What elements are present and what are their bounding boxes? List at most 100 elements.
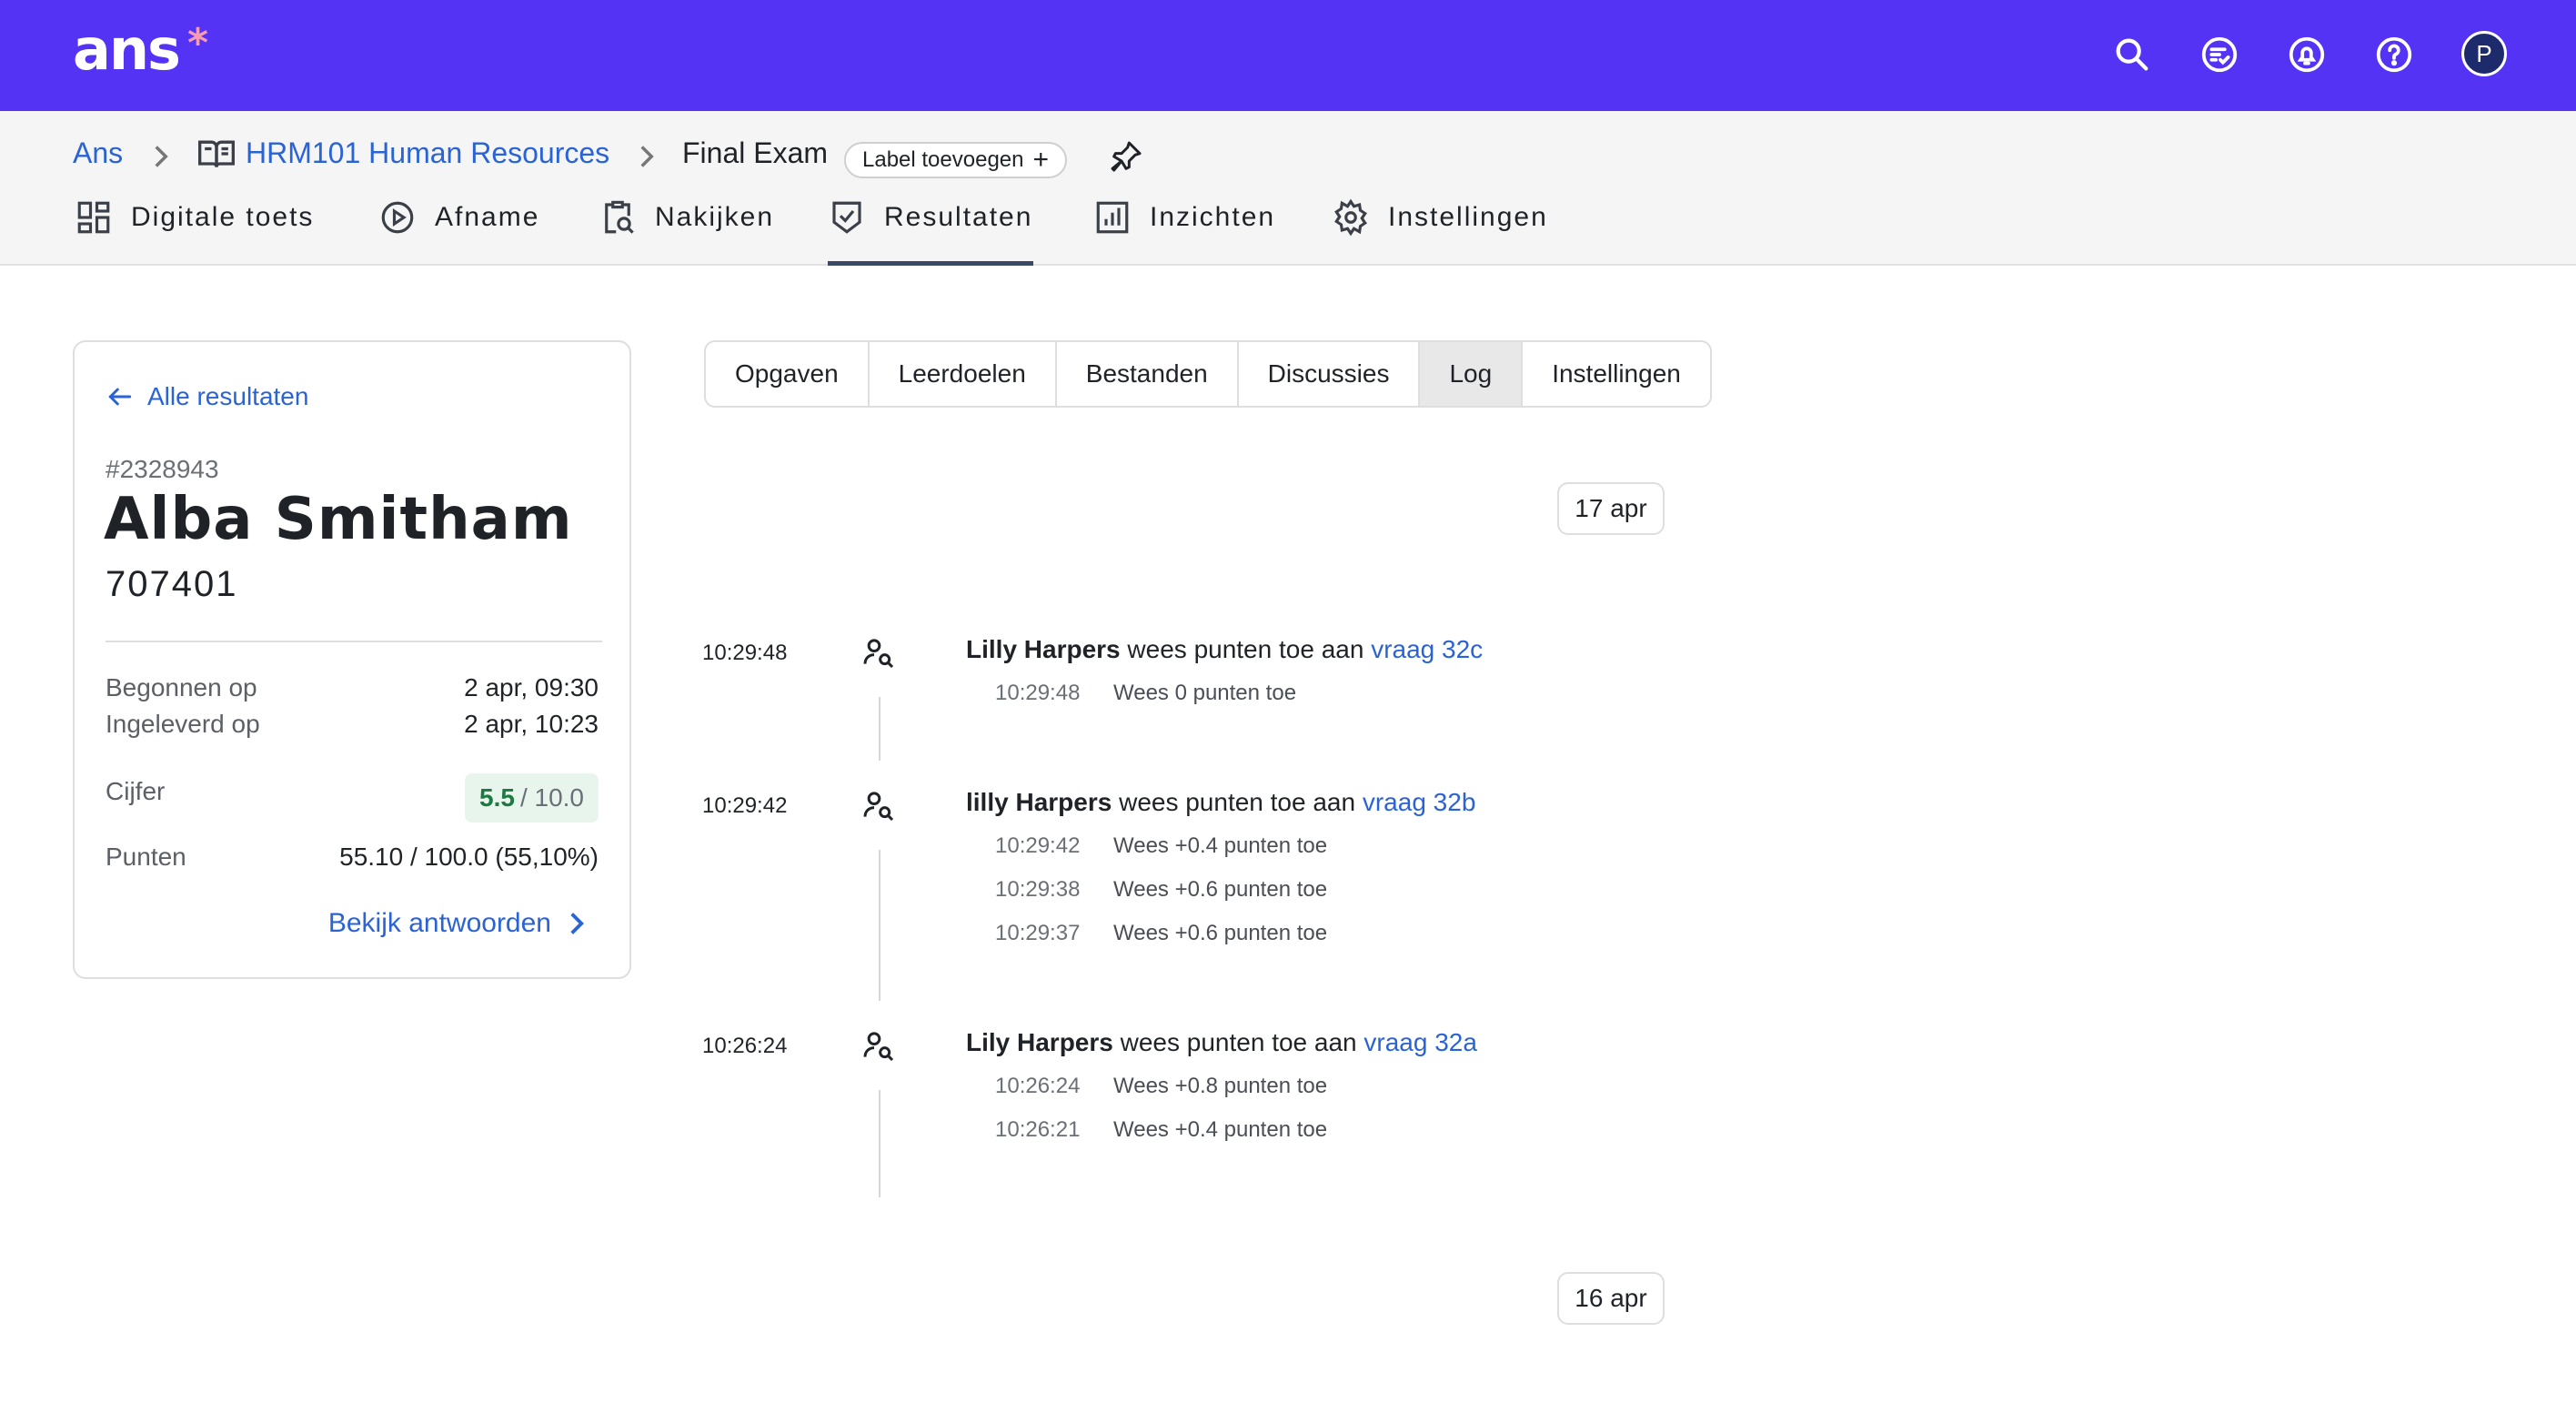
tab-instellingen[interactable]: Instellingen bbox=[1332, 198, 1548, 266]
view-answers-link[interactable]: Bekijk antwoorden bbox=[328, 908, 589, 939]
log-detail-time: 10:29:38 bbox=[995, 877, 1081, 902]
log-detail-text: Wees +0.6 punten toe bbox=[1113, 877, 1328, 902]
tasks-icon[interactable] bbox=[2196, 31, 2243, 78]
top-bar: ans * P bbox=[0, 0, 2576, 111]
arrow-left-icon bbox=[108, 388, 132, 406]
logo-star-icon: * bbox=[187, 20, 209, 66]
subtab-opgaven[interactable]: Opgaven bbox=[706, 342, 870, 406]
date-separator: 17 apr bbox=[1557, 482, 1665, 535]
user-search-icon bbox=[863, 792, 894, 822]
timeline-line bbox=[879, 697, 880, 761]
log-entry-title: Lilly Harpers wees punten toe aan vraag … bbox=[966, 635, 1483, 664]
subtab-discussies[interactable]: Discussies bbox=[1239, 342, 1421, 406]
log-action: wees punten toe aan bbox=[1112, 788, 1363, 816]
notifications-icon[interactable] bbox=[2283, 31, 2330, 78]
log-detail-text: Wees +0.4 punten toe bbox=[1113, 833, 1328, 858]
submitted-value: 2 apr, 10:23 bbox=[464, 710, 599, 738]
tab-label: Digitale toets bbox=[131, 202, 315, 232]
back-to-results-link[interactable]: Alle resultaten bbox=[106, 382, 308, 411]
plus-icon: + bbox=[1032, 145, 1050, 175]
subtab-log[interactable]: Log bbox=[1420, 342, 1524, 406]
student-number: 707401 bbox=[106, 564, 238, 604]
tab-label: Inzichten bbox=[1150, 202, 1276, 232]
log-detail-time: 10:26:21 bbox=[995, 1117, 1081, 1142]
log-actor: Lilly Harpers bbox=[966, 635, 1121, 663]
log-entry-time: 10:29:42 bbox=[702, 793, 788, 818]
result-summary-card: Alle resultaten #2328943 Alba Smitham 70… bbox=[73, 340, 631, 979]
grade-badge: 5.5 / 10.0 bbox=[465, 773, 599, 823]
add-label-button[interactable]: Label toevoegen + bbox=[844, 142, 1068, 178]
ans-logo[interactable]: ans bbox=[73, 16, 181, 83]
tab-label: Resultaten bbox=[884, 202, 1033, 232]
points-value: 55.10 / 100.0 (55,10%) bbox=[339, 843, 599, 871]
points-label: Punten bbox=[106, 843, 186, 871]
tab-digitale-toets[interactable]: Digitale toets bbox=[75, 201, 315, 266]
view-answers-label: Bekijk antwoorden bbox=[327, 908, 551, 938]
clipboard-search-icon bbox=[605, 200, 634, 234]
grade-label: Cijfer bbox=[106, 777, 166, 805]
breadcrumb-current: Final Exam bbox=[682, 136, 829, 169]
help-icon[interactable] bbox=[2370, 31, 2418, 78]
user-avatar[interactable]: P bbox=[2461, 31, 2507, 76]
breadcrumb-course[interactable]: HRM101 Human Resources bbox=[246, 138, 609, 167]
log-detail-text: Wees 0 punten toe bbox=[1113, 681, 1297, 705]
started-label: Begonnen op bbox=[106, 673, 257, 702]
tab-label: Instellingen bbox=[1388, 202, 1548, 232]
timeline-line bbox=[879, 1090, 880, 1197]
submitted-label: Ingeleverd op bbox=[106, 710, 260, 738]
started-value: 2 apr, 09:30 bbox=[464, 673, 599, 702]
user-search-icon bbox=[863, 639, 894, 669]
play-icon bbox=[381, 201, 414, 234]
log-detail-time: 10:29:37 bbox=[995, 921, 1081, 945]
log-entry-time: 10:29:48 bbox=[702, 641, 788, 665]
pin-icon[interactable] bbox=[1108, 138, 1144, 175]
tab-label: Nakijken bbox=[655, 202, 775, 232]
tab-label: Afname bbox=[435, 202, 540, 232]
tab-afname[interactable]: Afname bbox=[378, 201, 540, 266]
breadcrumb-root[interactable]: Ans bbox=[73, 138, 123, 167]
student-name: Alba Smitham bbox=[104, 486, 573, 553]
chevron-right-icon bbox=[637, 144, 657, 176]
question-link[interactable]: vraag 32c bbox=[1371, 635, 1483, 663]
log-detail-text: Wees +0.8 punten toe bbox=[1113, 1074, 1328, 1098]
log-entry-title: Lily Harpers wees punten toe aan vraag 3… bbox=[966, 1028, 1477, 1057]
chart-icon bbox=[1096, 201, 1129, 234]
shield-check-icon bbox=[832, 201, 861, 234]
chevron-right-icon bbox=[570, 913, 584, 934]
log-detail-text: Wees +0.6 punten toe bbox=[1113, 921, 1328, 945]
divider bbox=[106, 641, 602, 642]
log-detail-time: 10:29:48 bbox=[995, 681, 1081, 705]
result-subtabs: Opgaven Leerdoelen Bestanden Discussies … bbox=[704, 340, 1712, 408]
log-action: wees punten toe aan bbox=[1112, 1028, 1364, 1056]
log-action: wees punten toe aan bbox=[1120, 635, 1372, 663]
tab-nakijken[interactable]: Nakijken bbox=[599, 200, 775, 266]
log-actor: Lily Harpers bbox=[966, 1028, 1113, 1056]
back-link-label: Alle resultaten bbox=[147, 382, 309, 410]
log-actor: lilly Harpers bbox=[966, 788, 1112, 816]
search-icon[interactable] bbox=[2108, 31, 2156, 78]
chevron-right-icon bbox=[151, 144, 171, 176]
add-label-text: Label toevoegen bbox=[862, 147, 1024, 172]
timeline-line bbox=[879, 850, 880, 1001]
subtab-instellingen[interactable]: Instellingen bbox=[1523, 342, 1710, 406]
log-detail-text: Wees +0.4 punten toe bbox=[1113, 1117, 1328, 1142]
log-detail-time: 10:26:24 bbox=[995, 1074, 1081, 1098]
grade-value: 5.5 bbox=[479, 783, 515, 812]
subtab-bestanden[interactable]: Bestanden bbox=[1057, 342, 1239, 406]
tab-resultaten[interactable]: Resultaten bbox=[828, 201, 1033, 266]
question-link[interactable]: vraag 32b bbox=[1363, 788, 1476, 816]
page-header: Ans HRM101 Human Resources Final Exam La… bbox=[0, 111, 2576, 266]
subtab-leerdoelen[interactable]: Leerdoelen bbox=[870, 342, 1057, 406]
book-icon bbox=[196, 136, 236, 176]
grid-icon bbox=[77, 201, 110, 234]
gear-icon bbox=[1334, 198, 1367, 237]
log-detail-time: 10:29:42 bbox=[995, 833, 1081, 858]
user-search-icon bbox=[863, 1032, 894, 1062]
question-link[interactable]: vraag 32a bbox=[1363, 1028, 1477, 1056]
log-entry-title: lilly Harpers wees punten toe aan vraag … bbox=[966, 788, 1475, 817]
date-separator: 16 apr bbox=[1557, 1272, 1665, 1325]
grade-max: / 10.0 bbox=[519, 783, 584, 812]
log-entry-time: 10:26:24 bbox=[702, 1034, 788, 1058]
tab-inzichten[interactable]: Inzichten bbox=[1093, 201, 1276, 266]
result-id: #2328943 bbox=[106, 455, 219, 483]
